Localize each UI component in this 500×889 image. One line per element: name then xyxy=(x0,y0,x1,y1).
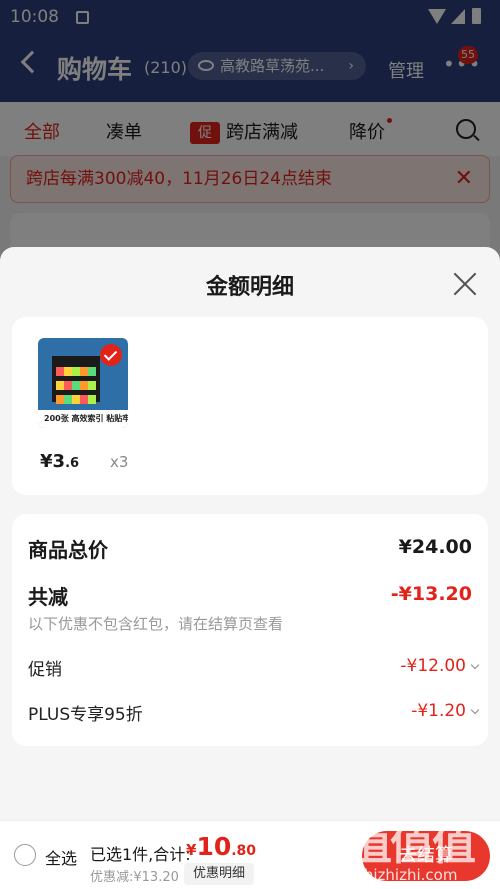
plus-discount-label: PLUS专享95折 xyxy=(28,705,143,725)
select-all-label[interactable]: 全选 xyxy=(45,845,77,869)
product-card: 200张 高效索引 粘贴牢固 ¥3.6 x3 xyxy=(12,317,488,495)
thumbnail-caption: 200张 高效索引 粘贴牢固 xyxy=(38,410,128,428)
chevron-down-icon[interactable] xyxy=(470,660,480,670)
plus-discount-value[interactable]: -¥1.20 xyxy=(411,701,466,721)
total-value: ¥24.00 xyxy=(398,536,472,558)
discount-summary: 优惠减:¥13.20 xyxy=(90,870,179,885)
sheet-header: 金额明细 xyxy=(0,247,500,317)
product-thumbnail[interactable]: 200张 高效索引 粘贴牢固 xyxy=(38,338,128,428)
product-price: ¥3.6 xyxy=(40,451,80,472)
promotion-label: 促销 xyxy=(28,660,62,680)
watermark-url: zhizhizhi.com xyxy=(356,866,458,884)
total-price: ¥10.80 xyxy=(186,832,257,861)
watermark: 值值值 zhizhizhi.com xyxy=(348,808,498,888)
discount-note: 以下优惠不包含红包，请在结算页查看 xyxy=(28,615,284,633)
promotion-value[interactable]: -¥12.00 xyxy=(400,656,466,676)
checked-icon xyxy=(100,344,122,366)
selected-summary: 已选1件,合计: xyxy=(90,845,191,864)
discount-detail-button[interactable]: 优惠明细 xyxy=(184,863,254,885)
sheet-title: 金额明细 xyxy=(205,275,294,300)
total-label: 商品总价 xyxy=(28,538,108,562)
amount-detail-sheet: 金额明细 200张 高效索引 粘贴牢固 ¥3.6 x3 商品总价 ¥24.00 … xyxy=(0,247,500,889)
summary-card: 商品总价 ¥24.00 共减 -¥13.20 以下优惠不包含红包，请在结算页查看… xyxy=(12,514,488,746)
product-image xyxy=(52,356,100,404)
chevron-down-icon[interactable] xyxy=(470,705,480,715)
reduce-label: 共减 xyxy=(28,585,68,609)
close-icon[interactable] xyxy=(452,271,478,297)
watermark-logo: 值值值 xyxy=(348,819,476,870)
reduce-value: -¥13.20 xyxy=(390,583,472,605)
product-quantity: x3 xyxy=(110,453,129,471)
select-all-radio[interactable] xyxy=(14,844,36,866)
